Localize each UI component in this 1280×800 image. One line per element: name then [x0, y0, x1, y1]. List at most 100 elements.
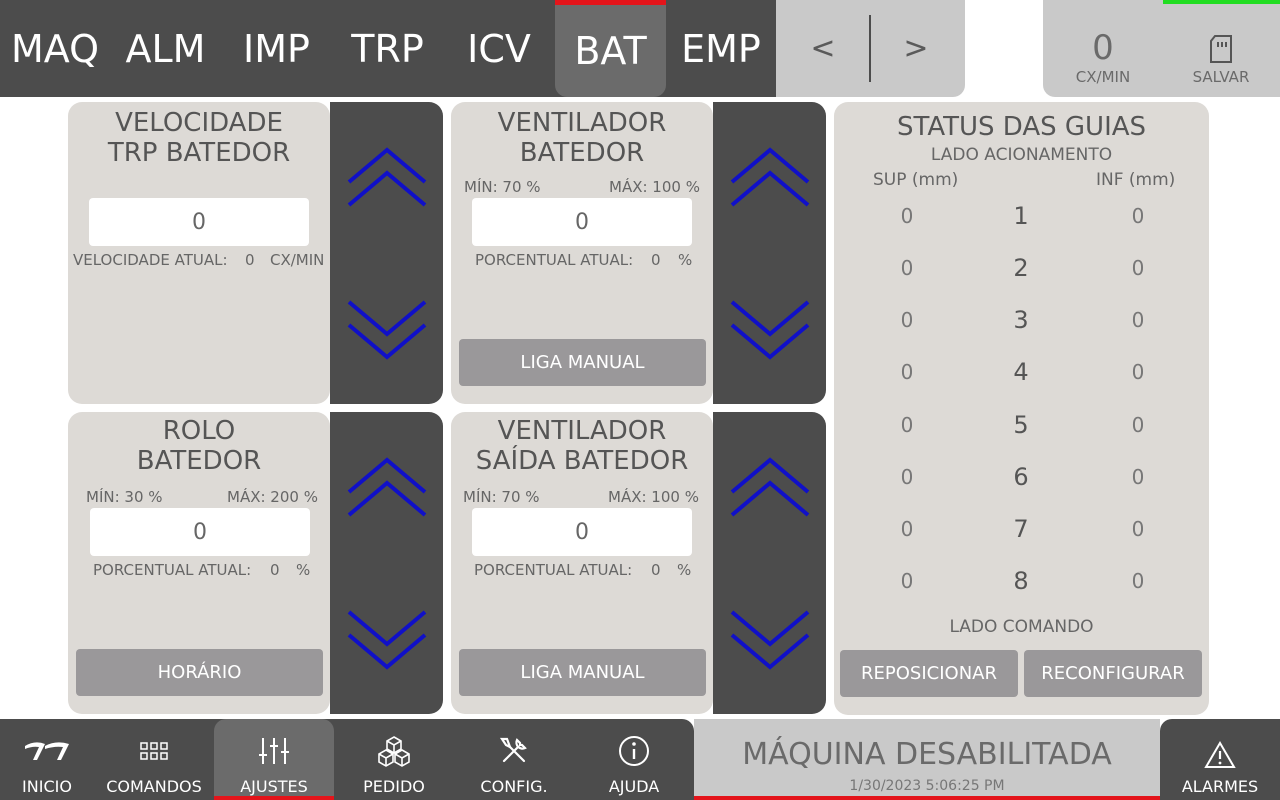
- panel-title-line1: VENTILADOR: [497, 416, 667, 446]
- guide-number: 2: [1013, 254, 1029, 282]
- current-percent-unit: %: [296, 561, 311, 579]
- panel-title-line2: BATEDOR: [136, 446, 262, 476]
- guide-number: 8: [1013, 567, 1029, 595]
- max-label: MÁX: 100 %: [608, 488, 699, 506]
- nav-label: CONFIG.: [480, 777, 548, 796]
- speed-unit: CX/MIN: [1075, 68, 1131, 86]
- grid-icon: [140, 742, 168, 760]
- panel-rolo-batedor: ROLO BATEDOR MÍN: 30 % MÁX: 200 % 0 PORC…: [68, 412, 330, 714]
- sup-header: SUP (mm): [873, 170, 959, 190]
- panel-title-line2: SAÍDA BATEDOR: [475, 446, 689, 476]
- info-icon: [619, 736, 649, 766]
- reconfigure-button[interactable]: RECONFIGURAR: [1024, 650, 1202, 697]
- alarms-button[interactable]: ALARMES: [1160, 719, 1280, 800]
- sup-value: 0: [900, 204, 914, 228]
- nav-comandos[interactable]: COMANDOS: [94, 719, 214, 800]
- speed-value: 0: [1092, 28, 1114, 68]
- tab-emp[interactable]: EMP: [666, 0, 776, 97]
- increase-arrow-icon[interactable]: [727, 452, 813, 522]
- velocidade-trp-input[interactable]: 0: [89, 198, 309, 246]
- inf-value: 0: [1131, 465, 1145, 489]
- tab-icv[interactable]: ICV: [443, 0, 555, 97]
- nav-pedido[interactable]: PEDIDO: [334, 719, 454, 800]
- tab-pager: < >: [776, 0, 965, 97]
- liga-manual-button[interactable]: LIGA MANUAL: [459, 649, 706, 696]
- arrow-column: [713, 412, 826, 714]
- logo-icon: [25, 742, 69, 760]
- inf-value: 0: [1131, 413, 1145, 437]
- guides-status-panel: STATUS DAS GUIAS LADO ACIONAMENTO SUP (m…: [834, 102, 1209, 715]
- status-red-line: [694, 796, 1160, 800]
- machine-datetime: 1/30/2023 5:06:25 PM: [849, 778, 1005, 794]
- tab-bat[interactable]: BAT: [555, 0, 666, 97]
- tab-alm[interactable]: ALM: [110, 0, 221, 97]
- guide-number: 4: [1013, 358, 1029, 386]
- liga-manual-button[interactable]: LIGA MANUAL: [459, 339, 706, 386]
- decrease-arrow-icon[interactable]: [727, 295, 813, 365]
- max-label: MÁX: 100 %: [609, 178, 700, 196]
- inf-value: 0: [1131, 256, 1145, 280]
- arrow-column: [330, 102, 443, 404]
- nav-config[interactable]: CONFIG.: [454, 719, 574, 800]
- current-percent-value: 0: [651, 561, 661, 579]
- decrease-arrow-icon[interactable]: [344, 295, 430, 365]
- ventilador-saida-input[interactable]: 0: [472, 508, 692, 556]
- nav-inicio[interactable]: INICIO: [0, 719, 94, 800]
- sup-value: 0: [900, 413, 914, 437]
- guide-number: 1: [1013, 202, 1029, 230]
- max-label: MÁX: 200 %: [227, 488, 318, 506]
- sliders-icon: [259, 738, 289, 764]
- panel-velocidade-trp: VELOCIDADE TRP BATEDOR 0 VELOCIDADE ATUA…: [68, 102, 330, 404]
- tools-icon: [499, 737, 527, 763]
- boxes-icon: [378, 736, 410, 767]
- rolo-batedor-input[interactable]: 0: [90, 508, 310, 556]
- inf-value: 0: [1131, 569, 1145, 593]
- tab-maq[interactable]: MAQ: [0, 0, 110, 97]
- arrow-column: [330, 412, 443, 714]
- decrease-arrow-icon[interactable]: [727, 605, 813, 675]
- guide-number: 7: [1013, 515, 1029, 543]
- inf-value: 0: [1131, 308, 1145, 332]
- nav-ajustes[interactable]: AJUSTES: [214, 719, 334, 800]
- tab-imp[interactable]: IMP: [221, 0, 332, 97]
- sd-card-icon: [1210, 35, 1232, 63]
- tab-trp[interactable]: TRP: [332, 0, 443, 97]
- inf-value: 0: [1131, 360, 1145, 384]
- alarms-label: ALARMES: [1181, 777, 1259, 796]
- save-button[interactable]: SALVAR: [1171, 0, 1271, 97]
- sup-value: 0: [900, 517, 914, 541]
- panel-title-line1: ROLO: [162, 416, 236, 446]
- bottom-nav-bar: INICIO COMANDOS AJUSTES PEDIDO CONFIG. A…: [0, 719, 694, 800]
- status-footer: LADO COMANDO: [949, 617, 1094, 637]
- sup-value: 0: [900, 256, 914, 280]
- current-percent-value: 0: [270, 561, 280, 579]
- nav-ajuda[interactable]: AJUDA: [574, 719, 694, 800]
- reposition-button[interactable]: REPOSICIONAR: [840, 650, 1018, 697]
- current-percent-label: PORCENTUAL ATUAL:: [474, 561, 633, 579]
- panel-ventilador-saida: VENTILADOR SAÍDA BATEDOR MÍN: 70 % MÁX: …: [451, 412, 713, 714]
- ventilador-batedor-input[interactable]: 0: [472, 198, 692, 246]
- prev-page-button[interactable]: <: [778, 0, 868, 97]
- status-subtitle: LADO ACIONAMENTO: [930, 145, 1113, 165]
- guide-number: 3: [1013, 306, 1029, 334]
- inf-value: 0: [1131, 204, 1145, 228]
- guide-number: 6: [1013, 463, 1029, 491]
- current-percent-label: PORCENTUAL ATUAL:: [475, 251, 634, 269]
- min-label: MÍN: 70 %: [463, 488, 540, 506]
- sup-value: 0: [900, 308, 914, 332]
- current-percent-unit: %: [678, 251, 693, 269]
- horario-button[interactable]: HORÁRIO: [76, 649, 323, 696]
- increase-arrow-icon[interactable]: [344, 142, 430, 212]
- inf-header: INF (mm): [1096, 170, 1176, 190]
- inf-value: 0: [1131, 517, 1145, 541]
- sup-value: 0: [900, 465, 914, 489]
- min-label: MÍN: 30 %: [86, 488, 163, 506]
- panel-ventilador-batedor: VENTILADOR BATEDOR MÍN: 70 % MÁX: 100 % …: [451, 102, 713, 404]
- guide-number: 5: [1013, 411, 1029, 439]
- next-page-button[interactable]: >: [871, 0, 961, 97]
- panel-title-line1: VELOCIDADE: [115, 108, 283, 138]
- increase-arrow-icon[interactable]: [344, 452, 430, 522]
- status-title: STATUS DAS GUIAS: [896, 112, 1147, 142]
- increase-arrow-icon[interactable]: [727, 142, 813, 212]
- decrease-arrow-icon[interactable]: [344, 605, 430, 675]
